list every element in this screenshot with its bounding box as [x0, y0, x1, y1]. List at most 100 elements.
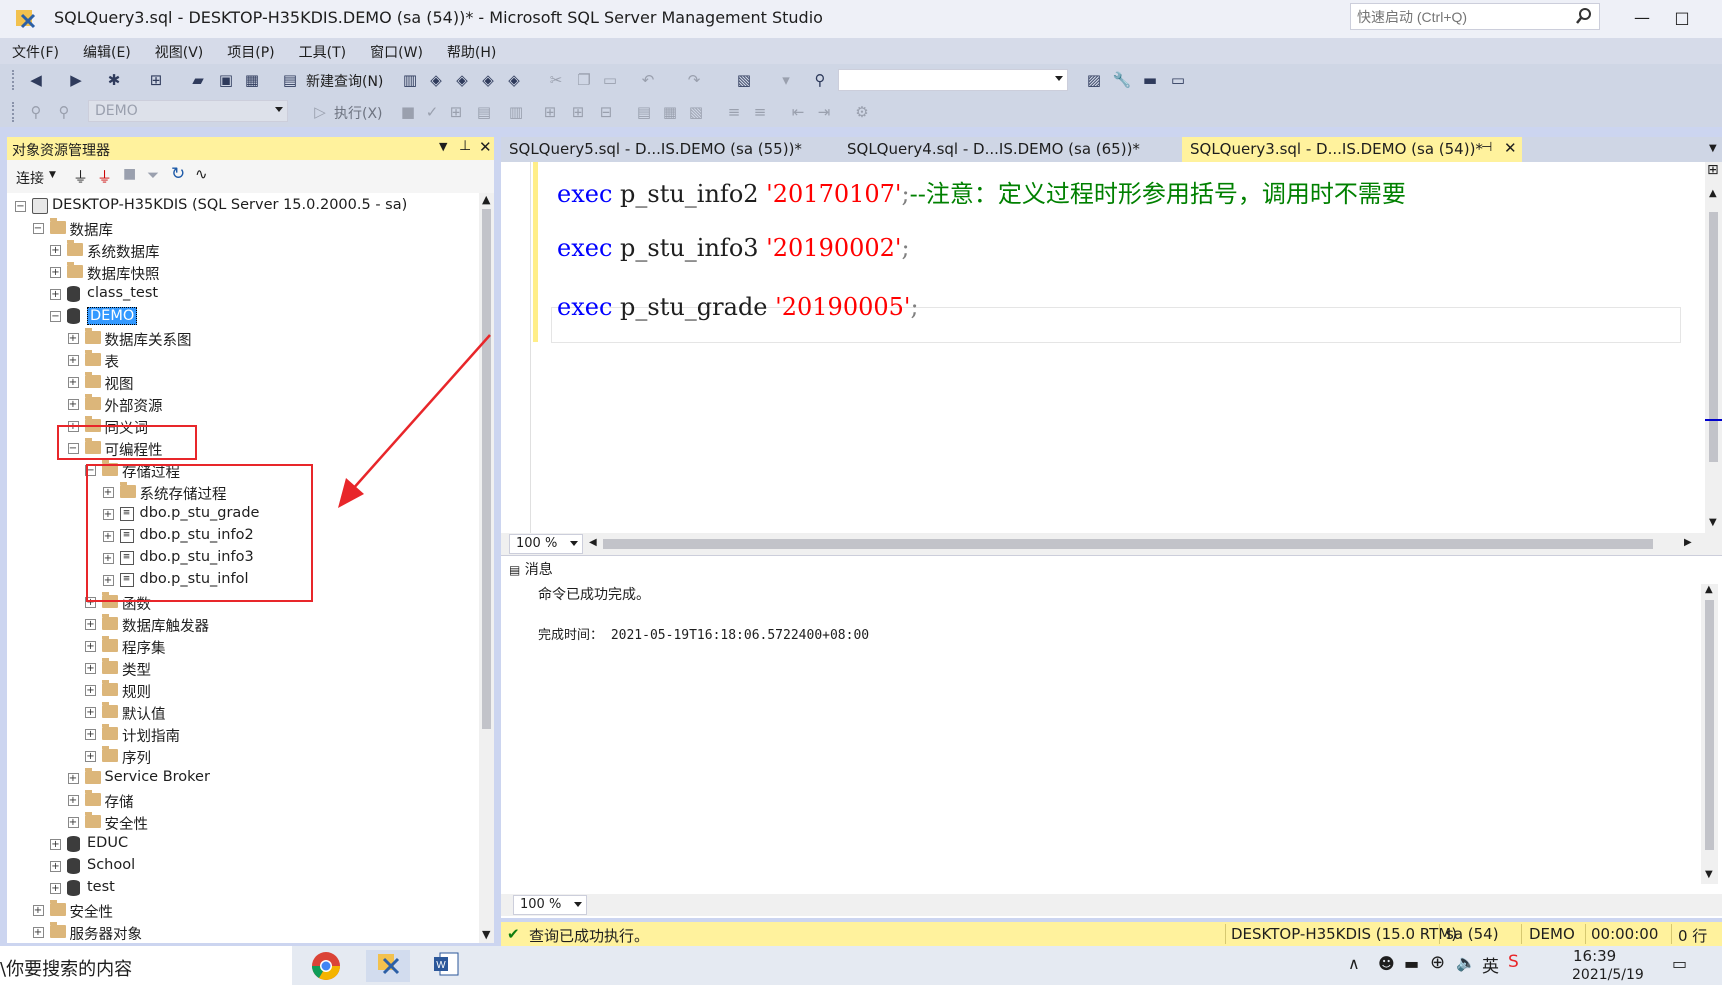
clock-date[interactable]: 2021/5/19 [1572, 967, 1644, 983]
expand-icon[interactable]: + [85, 641, 96, 652]
maximize-button[interactable]: □ [1662, 4, 1702, 32]
activity-monitor-icon[interactable]: ∿ [195, 165, 208, 183]
query-editor[interactable]: exec p_stu_info2 '20170107';--注意：定义过程时形参… [501, 162, 1722, 533]
expand-icon[interactable]: + [50, 267, 61, 278]
close-tab-icon[interactable]: ✕ [1504, 139, 1517, 157]
volume-icon[interactable]: 🔈 [1456, 953, 1476, 972]
tree-node[interactable]: + School [7, 856, 477, 878]
tab-sqlquery5[interactable]: SQLQuery5.sql - D...IS.DEMO (sa (55))* [501, 137, 810, 162]
scroll-left-icon[interactable]: ◀ [589, 537, 597, 548]
xmla-query-icon[interactable]: ◈ [478, 70, 498, 90]
editor-zoom-combo[interactable]: 100 % [509, 534, 583, 554]
actual-plan-icon[interactable]: ⊞ [540, 102, 560, 122]
battery-icon[interactable]: ▬ [1404, 954, 1419, 973]
new-query-button[interactable]: 新建查询(N) [306, 71, 383, 91]
client-stats-icon[interactable]: ⊟ [596, 102, 616, 122]
dropdown-arrow-icon[interactable]: ▾ [776, 70, 796, 90]
expand-icon[interactable]: + [67, 399, 79, 410]
network-icon[interactable]: ⊕ [1430, 952, 1445, 973]
save-icon[interactable]: ▣ [216, 70, 236, 90]
taskbar-search-box[interactable]: \你要搜索的内容 [0, 946, 292, 985]
tree-node[interactable]: + class_test [7, 284, 477, 306]
database-combo[interactable]: DEMO [88, 100, 288, 122]
collapse-icon[interactable]: − [15, 201, 26, 212]
horizontal-scroll-thumb[interactable] [603, 539, 1653, 549]
execute-play-icon[interactable]: ▷ [310, 102, 330, 122]
tree-node[interactable]: + 计划指南 [7, 724, 477, 746]
database-engine-query-icon[interactable]: ▥ [400, 70, 420, 90]
expand-icon[interactable]: + [50, 839, 61, 850]
tree-node[interactable]: + Service Broker [7, 768, 477, 790]
expand-icon[interactable]: + [67, 817, 79, 828]
expand-icon[interactable]: + [67, 795, 79, 806]
ssms-taskbar-icon[interactable] [366, 950, 410, 982]
expand-icon[interactable]: + [50, 245, 61, 256]
solution-explorer-icon[interactable]: ▨ [1084, 70, 1104, 90]
tree-node[interactable]: + 默认值 [7, 702, 477, 724]
scroll-down-icon[interactable]: ▼ [1709, 517, 1717, 528]
chevron-down-icon[interactable]: ▼ [49, 170, 56, 180]
dmx-query-icon[interactable]: ◈ [452, 70, 472, 90]
tab-overflow-chevron-icon[interactable]: ▼ [1709, 143, 1717, 154]
properties-wrench-icon[interactable]: 🔧 [1112, 70, 1132, 90]
code-line-1[interactable]: exec p_stu_info2 '20170107';--注意：定义过程时形参… [557, 174, 1406, 209]
expand-icon[interactable]: + [50, 289, 61, 300]
pane-menu-chevron-icon[interactable]: ▼ [439, 140, 447, 153]
expand-icon[interactable]: + [50, 861, 61, 872]
menu-view[interactable]: 视图(V) [143, 38, 204, 62]
expand-icon[interactable]: + [85, 685, 96, 696]
stop-icon[interactable]: ■ [398, 102, 418, 122]
mdx-query-icon[interactable]: ◈ [426, 70, 446, 90]
filter-icon[interactable]: ⏷ [147, 166, 159, 184]
sogou-icon[interactable]: S [1508, 952, 1519, 972]
connect-icon[interactable]: ⚲ [26, 102, 46, 122]
parse-check-icon[interactable]: ✓ [422, 102, 442, 122]
pin-icon[interactable]: ⊣ [1481, 140, 1492, 155]
stop-icon[interactable]: ■ [123, 166, 136, 182]
tab-sqlquery4[interactable]: SQLQuery4.sql - D...IS.DEMO (sa (65))* [839, 137, 1148, 162]
tab-sqlquery3[interactable]: SQLQuery3.sql - D...IS.DEMO (sa (54))* [1182, 137, 1522, 162]
toolbox-icon[interactable]: ▬ [1140, 70, 1160, 90]
pin-icon[interactable]: ⊥ [459, 138, 471, 154]
execute-button[interactable]: 执行(X) [334, 103, 383, 123]
results-to-grid-icon[interactable]: ▦ [660, 102, 680, 122]
tree-node[interactable]: + 安全性 [7, 812, 477, 834]
close-icon[interactable]: ✕ [479, 138, 492, 156]
menu-tools[interactable]: 工具(T) [287, 38, 346, 62]
tree-node[interactable]: + 服务器对象 [7, 922, 477, 943]
tree-node[interactable]: + 类型 [7, 658, 477, 680]
menu-edit[interactable]: 编辑(E) [71, 38, 131, 62]
expand-icon[interactable]: + [67, 773, 79, 784]
comment-icon[interactable]: ≡ [724, 102, 744, 122]
clock-time[interactable]: 16:39 [1573, 947, 1616, 965]
paste-icon[interactable]: ▭ [600, 70, 620, 90]
disconnect-icon[interactable]: ⚲ [54, 102, 74, 122]
object-explorer-scrollbar[interactable]: ▲ ▼ [479, 193, 494, 943]
cut-icon[interactable]: ✂ [546, 70, 566, 90]
toolbar-grip[interactable] [12, 70, 16, 90]
notification-icon[interactable]: ▭ [1672, 954, 1687, 973]
specify-values-icon[interactable]: ⚙ [852, 102, 872, 122]
collapse-icon[interactable]: − [50, 311, 61, 322]
expand-icon[interactable]: + [50, 883, 61, 894]
tree-node[interactable]: + 系统数据库 [7, 240, 477, 262]
expand-icon[interactable]: + [85, 663, 96, 674]
expand-icon[interactable]: + [85, 707, 96, 718]
chevron-up-icon[interactable]: ∧ [1348, 954, 1360, 973]
results-to-text-icon[interactable]: ▤ [634, 102, 654, 122]
tree-node[interactable]: + test [7, 878, 477, 900]
menu-project[interactable]: 项目(P) [215, 38, 274, 62]
back-icon[interactable]: ◀ [26, 70, 46, 90]
scroll-thumb[interactable] [1705, 600, 1714, 850]
tree-node[interactable]: − 数据库 [7, 218, 477, 240]
tree-node[interactable]: − DESKTOP-H35KDIS (SQL Server 15.0.2000.5… [7, 196, 477, 218]
input-method-icon[interactable]: 英 [1482, 952, 1499, 977]
add-item-icon[interactable]: ⊞ [146, 70, 166, 90]
minimize-button[interactable]: — [1622, 4, 1662, 32]
tree-node[interactable]: + 序列 [7, 746, 477, 768]
scroll-up-icon[interactable]: ▲ [1705, 584, 1713, 595]
toolbar-grip[interactable] [12, 102, 16, 122]
plug-connect-icon[interactable]: ⏚ [73, 166, 88, 187]
intellisense-icon[interactable]: ▥ [506, 102, 526, 122]
estimated-plan-icon[interactable]: ⊞ [446, 102, 466, 122]
